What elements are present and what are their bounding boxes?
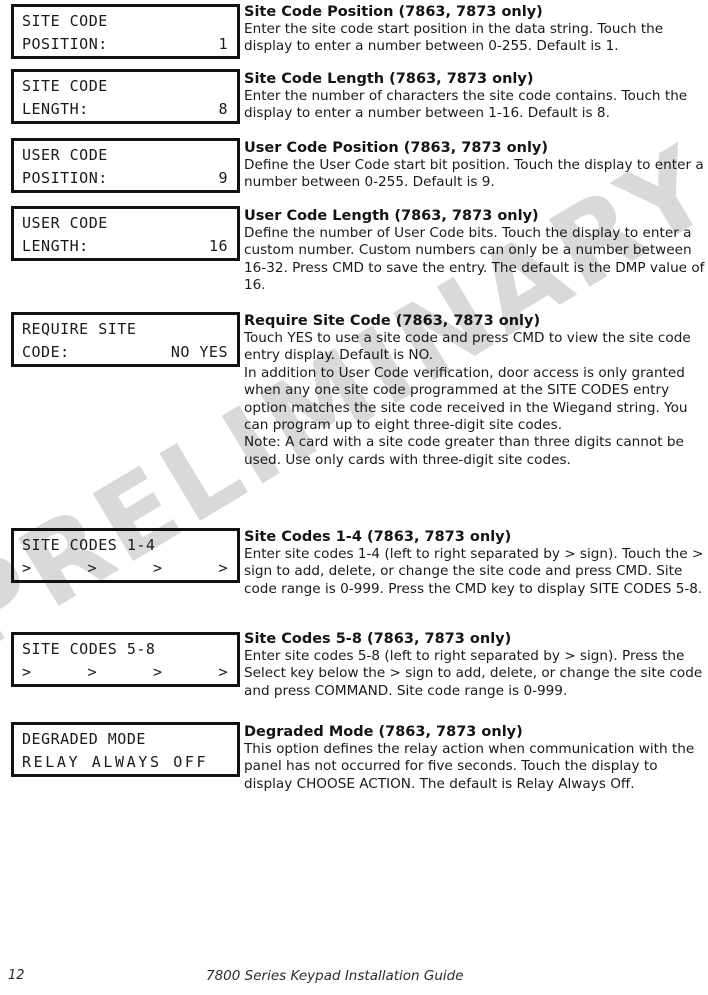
section-heading: User Code Position (7863, 7873 only) xyxy=(244,140,549,156)
section-heading: Site Codes 5-8 (7863, 7873 only) xyxy=(244,631,512,647)
lcd-site-code-length: SITE CODE LENGTH: 8 xyxy=(11,69,240,124)
section-body: Enter site codes 5-8 (left to right sepa… xyxy=(244,648,703,699)
section-body: Define the User Code start bit position.… xyxy=(244,157,704,191)
section-require-site-code: Require Site Code (7863, 7873 only) Touc… xyxy=(244,312,708,469)
section-degraded-mode: Degraded Mode (7863, 7873 only) This opt… xyxy=(244,723,708,793)
lcd-line-1: SITE CODES 5-8 xyxy=(22,640,156,658)
page-footer: 12 7800 Series Keypad Installation Guide xyxy=(0,968,708,992)
site-code-arrow-1[interactable]: > xyxy=(22,557,32,580)
lcd-site-code-position: SITE CODE POSITION: 1 xyxy=(11,4,240,59)
lcd-line-2: CODE: NO YES xyxy=(22,341,232,364)
lcd-line-1: REQUIRE SITE xyxy=(22,320,137,338)
lcd-line-1: USER CODE xyxy=(22,214,108,232)
section-heading: Site Code Position (7863, 7873 only) xyxy=(244,4,543,20)
lcd-line-2: POSITION: 9 xyxy=(22,167,232,190)
section-heading: Degraded Mode (7863, 7873 only) xyxy=(244,724,523,740)
section-body: This option defines the relay action whe… xyxy=(244,741,695,792)
footer-guide-title: 7800 Series Keypad Installation Guide xyxy=(206,968,464,984)
section-body-note: Note: A card with a site code greater th… xyxy=(244,434,684,468)
site-code-arrow-5[interactable]: > xyxy=(22,661,32,684)
lcd-line-1: SITE CODE xyxy=(22,77,108,95)
section-heading: Site Code Length (7863, 7873 only) xyxy=(244,71,534,87)
site-code-arrow-4[interactable]: > xyxy=(218,557,228,580)
site-code-arrow-3[interactable]: > xyxy=(153,557,163,580)
section-site-code-position: Site Code Position (7863, 7873 only) Ent… xyxy=(244,3,708,56)
lcd-line-2: RELAY ALWAYS OFF xyxy=(22,753,209,771)
section-site-codes-5-8: Site Codes 5-8 (7863, 7873 only) Enter s… xyxy=(244,630,708,700)
lcd-require-site-code: REQUIRE SITE CODE: NO YES xyxy=(11,312,240,367)
lcd-label: POSITION: xyxy=(22,35,108,53)
section-site-code-length: Site Code Length (7863, 7873 only) Enter… xyxy=(244,70,708,123)
lcd-user-code-position: USER CODE POSITION: 9 xyxy=(11,138,240,193)
lcd-value: 8 xyxy=(218,100,228,118)
lcd-line-1: SITE CODES 1-4 xyxy=(22,536,156,554)
page-number: 12 xyxy=(8,968,25,983)
lcd-value: 9 xyxy=(218,169,228,187)
lcd-label: LENGTH: xyxy=(22,100,89,118)
lcd-label: LENGTH: xyxy=(22,237,89,255)
lcd-value: 16 xyxy=(208,237,228,255)
lcd-value-no-yes[interactable]: NO YES xyxy=(171,341,228,364)
lcd-line-2: > > > > xyxy=(22,661,232,684)
section-body-2: In addition to User Code verification, d… xyxy=(244,364,688,434)
site-code-arrow-6[interactable]: > xyxy=(87,661,97,684)
lcd-line-1: DEGRADED MODE xyxy=(22,730,146,748)
lcd-line-2: LENGTH: 16 xyxy=(22,235,232,258)
lcd-line-1: USER CODE xyxy=(22,146,108,164)
lcd-line-2: POSITION: 1 xyxy=(22,33,232,56)
section-body: Enter the number of characters the site … xyxy=(244,88,688,122)
site-code-arrow-2[interactable]: > xyxy=(87,557,97,580)
lcd-degraded-mode: DEGRADED MODE RELAY ALWAYS OFF xyxy=(11,722,240,777)
section-heading: Site Codes 1-4 (7863, 7873 only) xyxy=(244,529,512,545)
lcd-line-2: > > > > xyxy=(22,557,232,580)
section-heading: Require Site Code (7863, 7873 only) xyxy=(244,313,541,329)
lcd-site-codes-5-8: SITE CODES 5-8 > > > > xyxy=(11,632,240,687)
lcd-user-code-length: USER CODE LENGTH: 16 xyxy=(11,206,240,261)
lcd-label: POSITION: xyxy=(22,169,108,187)
document-page: SITE CODE POSITION: 1 SITE CODE LENGTH: … xyxy=(0,0,708,995)
lcd-label: CODE: xyxy=(22,343,70,361)
section-body: Touch YES to use a site code and press C… xyxy=(244,330,691,364)
site-code-arrow-7[interactable]: > xyxy=(153,661,163,684)
section-site-codes-1-4: Site Codes 1-4 (7863, 7873 only) Enter s… xyxy=(244,528,708,598)
lcd-value: 1 xyxy=(218,35,228,53)
lcd-line-2: LENGTH: 8 xyxy=(22,98,232,121)
section-user-code-position: User Code Position (7863, 7873 only) Def… xyxy=(244,139,708,192)
section-body: Define the number of User Code bits. Tou… xyxy=(244,225,705,294)
section-heading: User Code Length (7863, 7873 only) xyxy=(244,208,539,224)
site-code-arrow-8[interactable]: > xyxy=(218,661,228,684)
lcd-site-codes-1-4: SITE CODES 1-4 > > > > xyxy=(11,528,240,583)
section-body: Enter the site code start position in th… xyxy=(244,21,664,55)
section-user-code-length: User Code Length (7863, 7873 only) Defin… xyxy=(244,207,708,295)
lcd-line-1: SITE CODE xyxy=(22,12,108,30)
section-body: Enter site codes 1-4 (left to right sepa… xyxy=(244,546,704,597)
